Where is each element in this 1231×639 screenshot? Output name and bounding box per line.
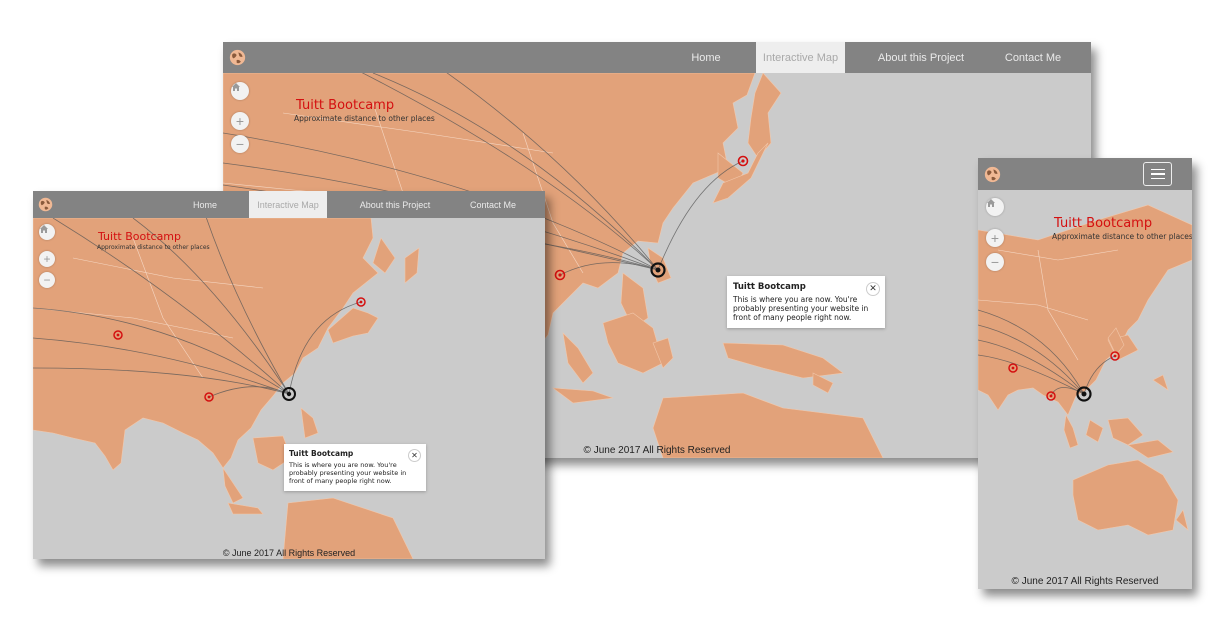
home-icon bbox=[987, 199, 995, 207]
globe-icon[interactable] bbox=[229, 49, 246, 71]
zoom-out-button[interactable]: − bbox=[986, 253, 1004, 271]
nav-interactive-map[interactable]: Interactive Map bbox=[756, 42, 845, 73]
nav-about-project[interactable]: About this Project bbox=[351, 191, 439, 218]
desktop-screenshot-small: Home Interactive Map About this Project … bbox=[33, 191, 545, 559]
footer-copyright: © June 2017 All Rights Reserved bbox=[1011, 576, 1159, 587]
zoom-out-button[interactable]: − bbox=[231, 135, 249, 153]
map-title: Tuitt Bootcamp bbox=[296, 98, 395, 113]
location-popup: Tuitt Bootcamp This is where you are now… bbox=[284, 444, 426, 491]
nav-contact[interactable]: Contact Me bbox=[991, 42, 1075, 73]
zoom-in-button[interactable]: + bbox=[39, 251, 55, 267]
map-subtitle: Approximate distance to other places bbox=[1052, 232, 1192, 241]
navbar: Home Interactive Map About this Project … bbox=[223, 42, 1091, 73]
home-icon bbox=[40, 225, 48, 233]
zoom-in-button[interactable]: + bbox=[231, 112, 249, 130]
globe-icon[interactable] bbox=[984, 166, 1001, 188]
map-subtitle: Approximate distance to other places bbox=[294, 114, 435, 123]
popup-title: Tuitt Bootcamp bbox=[733, 282, 806, 292]
home-icon bbox=[232, 83, 240, 91]
zoom-out-button[interactable]: − bbox=[39, 272, 55, 288]
interactive-map[interactable]: + − Tuitt Bootcamp Approximate distance … bbox=[33, 218, 545, 559]
map-home-button[interactable] bbox=[231, 82, 249, 100]
popup-title: Tuitt Bootcamp bbox=[289, 449, 354, 458]
hamburger-menu-icon bbox=[1150, 168, 1165, 171]
footer-copyright: © June 2017 All Rights Reserved bbox=[222, 548, 356, 558]
navbar bbox=[978, 158, 1192, 190]
interactive-map[interactable]: + − Tuitt Bootcamp Approximate distance … bbox=[978, 190, 1192, 589]
nav-home[interactable]: Home bbox=[673, 42, 739, 73]
nav-contact[interactable]: Contact Me bbox=[459, 191, 527, 218]
map-subtitle: Approximate distance to other places bbox=[97, 244, 210, 251]
nav-about-project[interactable]: About this Project bbox=[868, 42, 974, 73]
zoom-in-button[interactable]: + bbox=[986, 229, 1004, 247]
nav-home[interactable]: Home bbox=[183, 191, 227, 218]
nav-interactive-map[interactable]: Interactive Map bbox=[249, 191, 327, 218]
close-icon: ✕ bbox=[869, 284, 877, 294]
hamburger-menu-button[interactable] bbox=[1143, 162, 1172, 186]
map-title: Tuitt Bootcamp bbox=[98, 230, 182, 243]
popup-close-button[interactable]: ✕ bbox=[408, 449, 421, 462]
close-icon: ✕ bbox=[411, 451, 418, 460]
popup-body: This is where you are now. You're probab… bbox=[733, 295, 869, 322]
map-home-button[interactable] bbox=[986, 198, 1004, 216]
location-popup: Tuitt Bootcamp This is where you are now… bbox=[727, 276, 885, 328]
map-home-button[interactable] bbox=[39, 224, 55, 240]
globe-icon[interactable] bbox=[38, 197, 53, 217]
map-canvas[interactable] bbox=[978, 190, 1192, 589]
map-canvas[interactable] bbox=[33, 218, 545, 559]
popup-body: This is where you are now. You're probab… bbox=[289, 461, 407, 485]
popup-close-button[interactable]: ✕ bbox=[866, 282, 880, 296]
map-title: Tuitt Bootcamp bbox=[1054, 216, 1153, 231]
navbar: Home Interactive Map About this Project … bbox=[33, 191, 545, 218]
mobile-screenshot: + − Tuitt Bootcamp Approximate distance … bbox=[978, 158, 1192, 589]
